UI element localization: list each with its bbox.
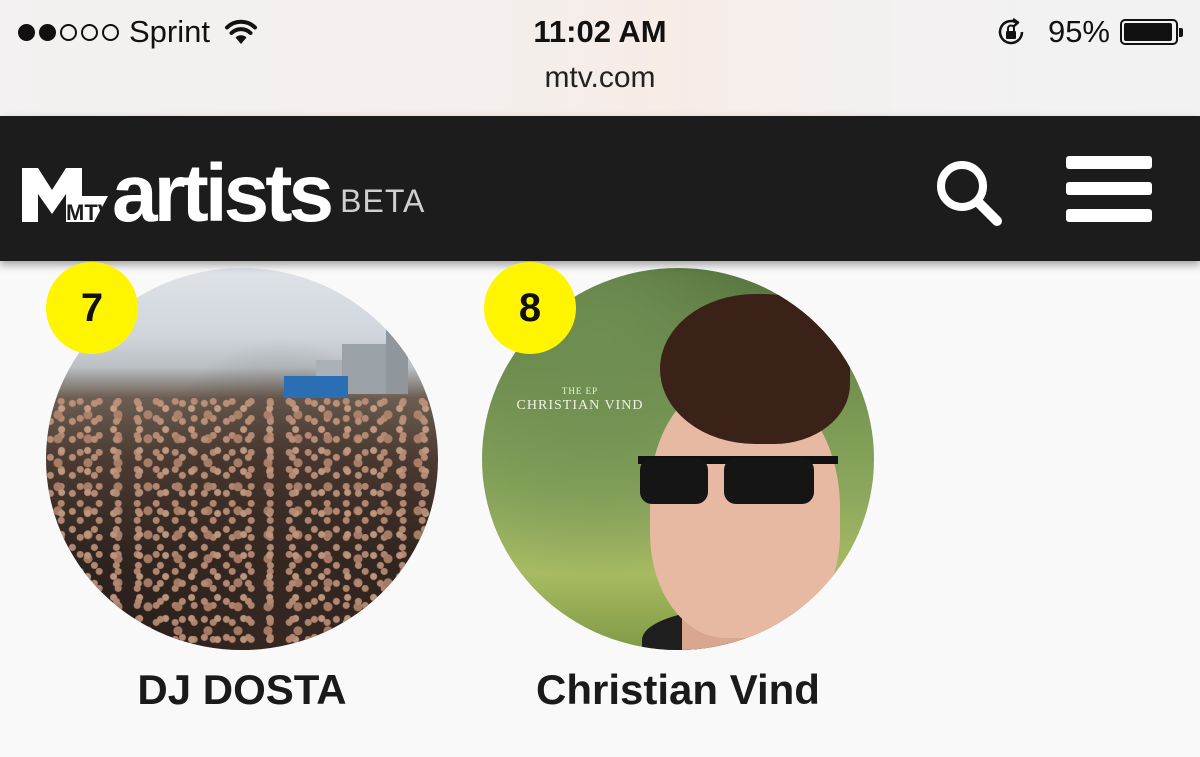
album-cover-text: THE EP CHRISTIAN VIND [516, 386, 644, 413]
artist-card[interactable]: THE EP CHRISTIAN VIND 8 Christian Vind [478, 262, 878, 718]
logo-word: artists [112, 148, 334, 239]
rank-badge: 8 [484, 262, 576, 354]
mtv-logo-icon: MTV [22, 168, 108, 222]
status-bar: Sprint 11:02 AM mtv.com 95% [0, 0, 1200, 116]
mtv-mark-text: MTV [66, 200, 108, 222]
address-bar-url[interactable]: mtv.com [0, 60, 1200, 96]
status-right: 95% [996, 12, 1183, 52]
hamburger-menu-icon[interactable] [1066, 156, 1152, 224]
battery-percent: 95% [1047, 14, 1110, 49]
artist-name[interactable]: Christian Vind [478, 666, 878, 714]
artist-card[interactable]: 7 DJ DOSTA [42, 262, 442, 718]
sunglasses-graphic [638, 456, 838, 504]
artist-name[interactable]: DJ DOSTA [42, 666, 442, 714]
rotation-lock-icon [998, 17, 1024, 45]
site-header: MTV artists BETA [0, 116, 1200, 261]
search-icon[interactable] [934, 158, 1004, 228]
mtv-artists-logo[interactable]: MTV artists BETA [22, 152, 425, 236]
rank-badge: 7 [46, 262, 138, 354]
beta-badge: BETA [340, 183, 426, 219]
battery-icon [1120, 19, 1183, 45]
battery-level [1124, 23, 1172, 41]
